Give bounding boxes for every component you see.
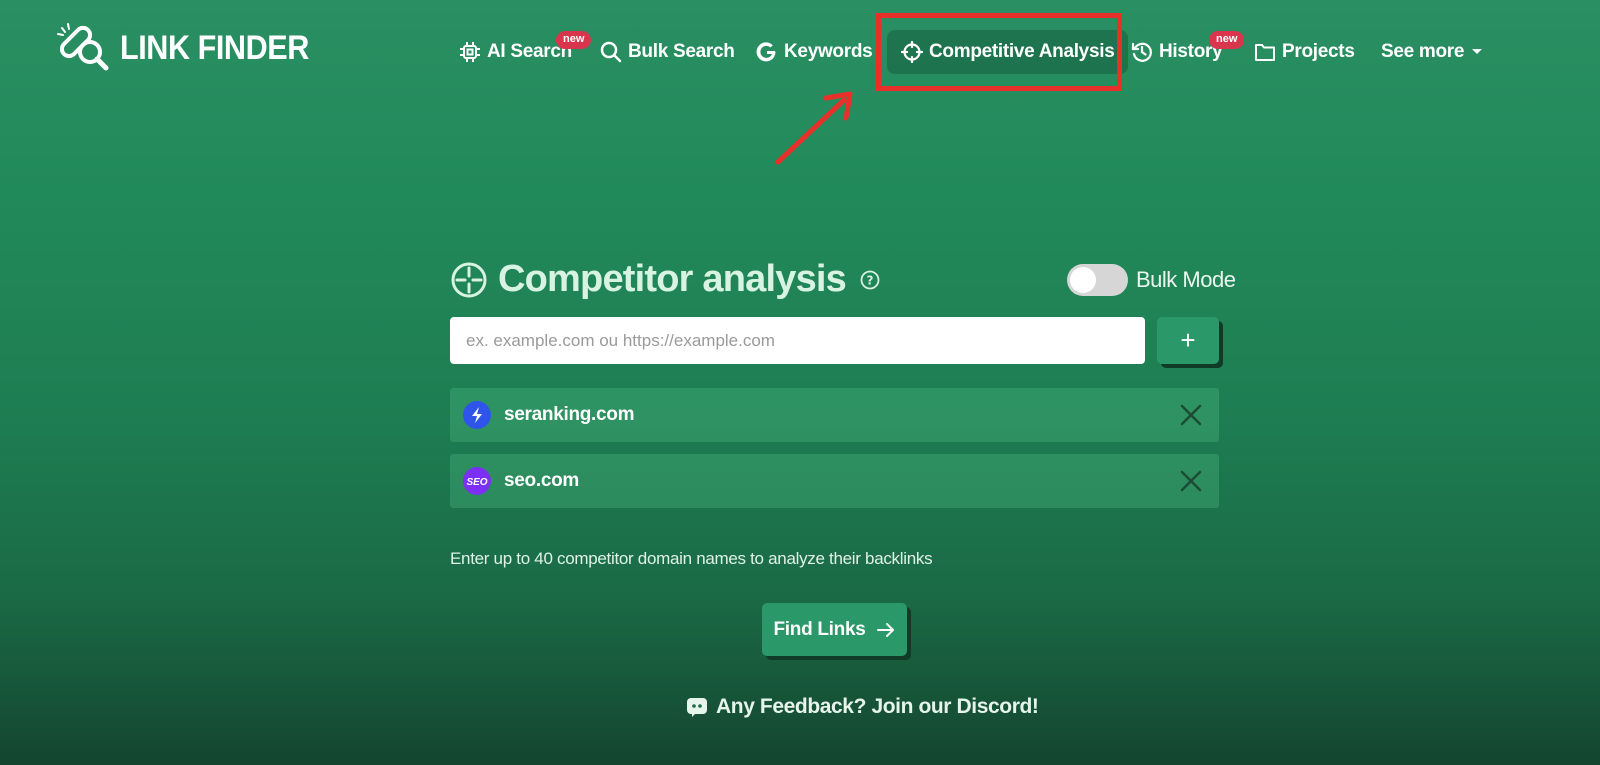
google-g-icon: [756, 42, 776, 62]
bulk-mode-toggle[interactable]: [1067, 264, 1128, 296]
new-badge: new: [556, 31, 592, 49]
discord-icon: [687, 698, 707, 717]
domain-input[interactable]: [450, 317, 1145, 364]
discord-feedback-link[interactable]: Any Feedback? Join our Discord!: [686, 695, 1039, 719]
help-icon[interactable]: ?: [860, 270, 880, 290]
caret-down-icon: [1472, 49, 1483, 54]
close-icon[interactable]: [1179, 403, 1203, 427]
search-icon: [600, 41, 622, 63]
page-title: Competitor analysis: [498, 258, 847, 300]
svg-text:SEO: SEO: [466, 477, 487, 487]
history-icon: [1131, 42, 1152, 62]
find-links-button[interactable]: Find Links: [762, 603, 907, 656]
brand-name: LINK FINDER: [120, 28, 309, 67]
arrow-right-icon: [876, 622, 894, 637]
nav-label: See more: [1381, 41, 1465, 62]
new-badge: new: [1209, 31, 1245, 49]
find-links-label: Find Links: [773, 618, 866, 640]
bulk-mode-label: Bulk Mode: [1136, 267, 1236, 292]
nav-bulk-search[interactable]: Bulk Search: [600, 30, 735, 74]
brand-logo[interactable]: LINK FINDER: [56, 22, 330, 74]
domain-name: seranking.com: [504, 404, 635, 425]
nav-label: Bulk Search: [628, 41, 735, 62]
feedback-label: Any Feedback? Join our Discord!: [716, 695, 1039, 718]
annotation-highlight-box: [876, 13, 1122, 91]
nav-label: Keywords: [784, 41, 873, 62]
nav-ai-search[interactable]: AI Search: [459, 30, 572, 74]
link-search-icon: [57, 23, 109, 71]
crosshair-icon: [451, 262, 487, 297]
nav-see-more[interactable]: See more: [1381, 30, 1484, 74]
bulk-mode-toggle-group: Bulk Mode: [1067, 264, 1236, 296]
nav-label: Projects: [1282, 41, 1355, 62]
panel-title: Competitor analysis ?: [450, 258, 880, 301]
svg-text:?: ?: [867, 273, 874, 287]
top-navigation-bar: LINK FINDER AI Search new Bulk Search Ke…: [0, 0, 1600, 165]
annotation-arrow-icon: [775, 91, 853, 165]
domain-name: seo.com: [504, 470, 579, 491]
domain-list-item: SEO seo.com: [450, 454, 1219, 508]
toggle-knob: [1070, 267, 1096, 293]
nav-projects[interactable]: Projects: [1254, 30, 1355, 74]
helper-text: Enter up to 40 competitor domain names t…: [450, 549, 933, 568]
domain-list-item: seranking.com: [450, 388, 1219, 442]
add-domain-button[interactable]: +: [1157, 317, 1219, 364]
seo-logo-icon: SEO: [463, 467, 491, 495]
folder-icon: [1255, 44, 1275, 61]
nav-keywords[interactable]: Keywords: [756, 30, 873, 74]
close-icon[interactable]: [1179, 469, 1203, 493]
seranking-bolt-icon: [463, 401, 491, 429]
chip-icon: [460, 42, 480, 62]
